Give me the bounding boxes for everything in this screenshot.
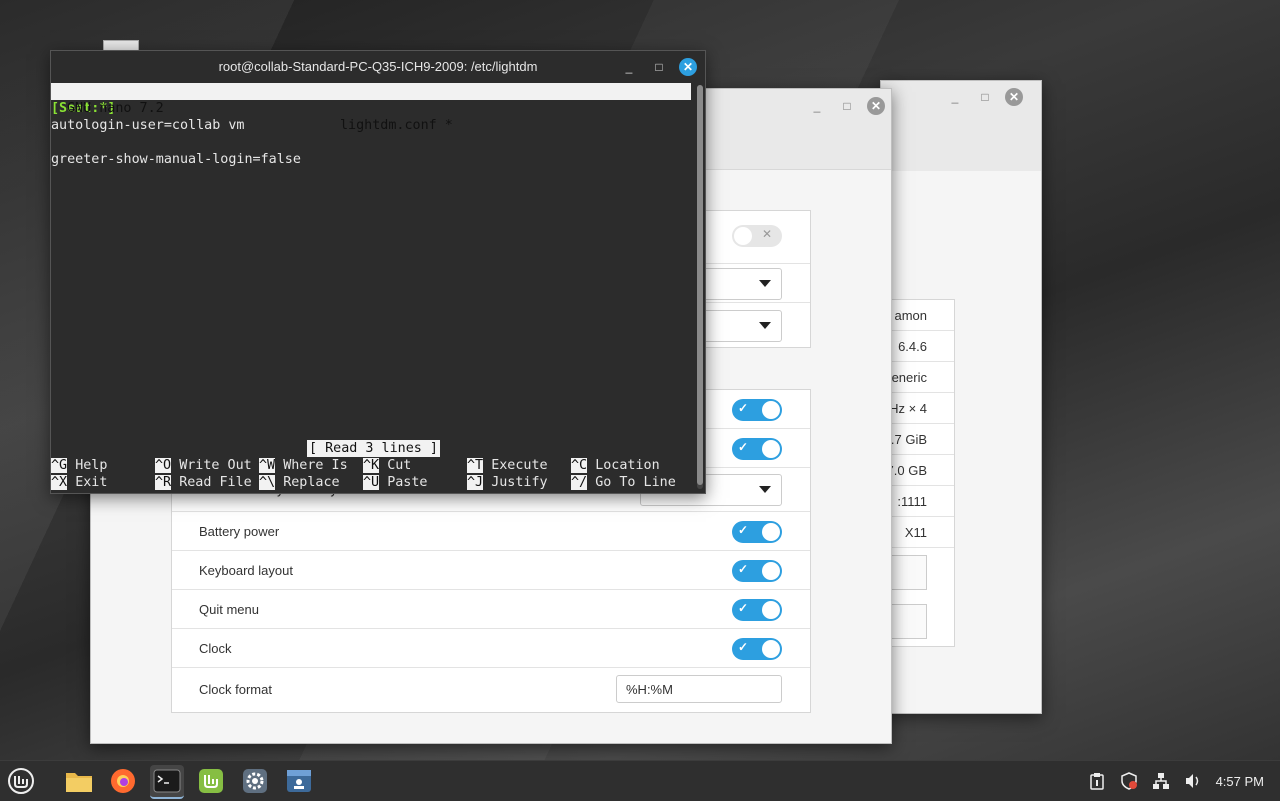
info-button[interactable] xyxy=(886,604,927,639)
setting-label: Quit menu xyxy=(199,601,259,617)
setting-label: Keyboard layout xyxy=(199,562,293,578)
settings-row-keyboard: Keyboard layout ✓ xyxy=(172,551,810,590)
login-settings-window-controls: _ □ ✕ xyxy=(807,96,885,116)
maximize-icon[interactable]: □ xyxy=(975,87,995,107)
shortcut: ^W Where Is xyxy=(259,458,348,473)
nano-status: [ Read 3 lines ] xyxy=(307,440,440,457)
shortcut: ^G Help xyxy=(51,458,108,473)
settings-row-clock: Clock ✓ xyxy=(172,629,810,668)
shortcut-row: ^X Exit ^R Read File ^\ Replace ^U Paste… xyxy=(51,474,691,491)
nano-version: GNU nano 7.2 xyxy=(67,101,164,116)
check-icon: ✓ xyxy=(738,523,749,537)
shortcut: ^U Paste xyxy=(363,475,428,490)
minimize-icon[interactable]: _ xyxy=(619,57,639,77)
shortcut: ^T Execute xyxy=(467,458,548,473)
terminal-titlebar[interactable]: root@collab-Standard-PC-Q35-ICH9-2009: /… xyxy=(51,51,705,83)
terminal-scrollbar[interactable] xyxy=(697,85,703,489)
close-icon[interactable]: ✕ xyxy=(1005,88,1023,106)
mintupdate-icon[interactable] xyxy=(194,765,228,797)
terminal-title: root@collab-Standard-PC-Q35-ICH9-2009: /… xyxy=(218,59,538,74)
toggle-switch[interactable]: ✕ xyxy=(732,225,782,247)
shortcut: ^O Write Out xyxy=(155,458,252,473)
battery-toggle[interactable]: ✓ xyxy=(732,521,782,543)
settings-row-clock-format: Clock format %H:%M xyxy=(172,668,810,711)
clock-format-input[interactable]: %H:%M xyxy=(616,675,782,703)
terminal-icon[interactable] xyxy=(150,765,184,799)
setting-label: Battery power xyxy=(199,523,280,539)
settings-row-battery: Battery power ✓ xyxy=(172,512,810,551)
firefox-icon[interactable] xyxy=(106,765,140,797)
taskbar: 4:57 PM xyxy=(0,760,1280,801)
shortcut: ^/ Go To Line xyxy=(571,475,676,490)
quit-menu-toggle[interactable]: ✓ xyxy=(732,599,782,621)
shortcut: ^X Exit xyxy=(51,475,108,490)
file-line xyxy=(51,134,691,151)
shortcut: ^R Read File xyxy=(155,475,252,490)
clipboard-icon[interactable] xyxy=(1088,772,1106,790)
close-icon[interactable]: ✕ xyxy=(679,58,697,76)
network-icon[interactable] xyxy=(1152,772,1170,790)
clock-toggle[interactable]: ✓ xyxy=(732,638,782,660)
terminal-window[interactable]: root@collab-Standard-PC-Q35-ICH9-2009: /… xyxy=(50,50,706,494)
system-tray: 4:57 PM xyxy=(1088,761,1280,801)
settings-row-quit-menu: Quit menu ✓ xyxy=(172,590,810,629)
login-window-icon[interactable] xyxy=(282,765,316,797)
chevron-down-icon xyxy=(759,486,771,493)
setting-label: Clock xyxy=(199,640,232,656)
files-icon[interactable] xyxy=(62,765,96,797)
check-icon: ✓ xyxy=(738,401,749,415)
nano-shortcuts: ^G Help ^O Write Out ^W Where Is ^K Cut … xyxy=(51,457,691,491)
keyboard-layout-toggle[interactable]: ✓ xyxy=(732,560,782,582)
settings-icon[interactable] xyxy=(238,765,272,797)
check-icon: ✓ xyxy=(738,440,749,454)
system-info-window-controls: _ □ ✕ xyxy=(945,87,1023,107)
toggle-switch[interactable]: ✓ xyxy=(732,399,782,421)
clock[interactable]: 4:57 PM xyxy=(1216,774,1264,789)
shortcut: ^C Location xyxy=(571,458,660,473)
nano-filename: lightdm.conf * xyxy=(340,118,453,133)
maximize-icon[interactable]: □ xyxy=(649,57,669,77)
close-icon[interactable]: ✕ xyxy=(867,97,885,115)
minimize-icon[interactable]: _ xyxy=(807,96,827,116)
nano-header: GNU nano 7.2 lightdm.conf * xyxy=(51,83,691,133)
setting-label: Clock format xyxy=(199,682,272,697)
terminal-window-controls: _ □ ✕ xyxy=(619,57,697,77)
shortcut: ^J Justify xyxy=(467,475,548,490)
check-icon: ✓ xyxy=(738,601,749,615)
minimize-icon[interactable]: _ xyxy=(945,87,965,107)
terminal-content[interactable]: GNU nano 7.2 lightdm.conf * [Seat:*] aut… xyxy=(51,83,691,493)
shield-icon[interactable] xyxy=(1120,772,1138,790)
file-line: greeter-show-manual-login=false xyxy=(51,152,301,167)
info-button[interactable] xyxy=(886,555,927,590)
shortcut: ^\ Replace xyxy=(259,475,340,490)
volume-icon[interactable] xyxy=(1184,772,1202,790)
shortcut-row: ^G Help ^O Write Out ^W Where Is ^K Cut … xyxy=(51,457,691,474)
check-icon: ✓ xyxy=(738,640,749,654)
x-icon: ✕ xyxy=(762,227,773,241)
check-icon: ✓ xyxy=(738,562,749,576)
shortcut: ^K Cut xyxy=(363,458,412,473)
toggle-switch[interactable]: ✓ xyxy=(732,438,782,460)
maximize-icon[interactable]: □ xyxy=(837,96,857,116)
chevron-down-icon xyxy=(759,280,771,287)
chevron-down-icon xyxy=(759,322,771,329)
menu-icon[interactable] xyxy=(4,765,38,797)
